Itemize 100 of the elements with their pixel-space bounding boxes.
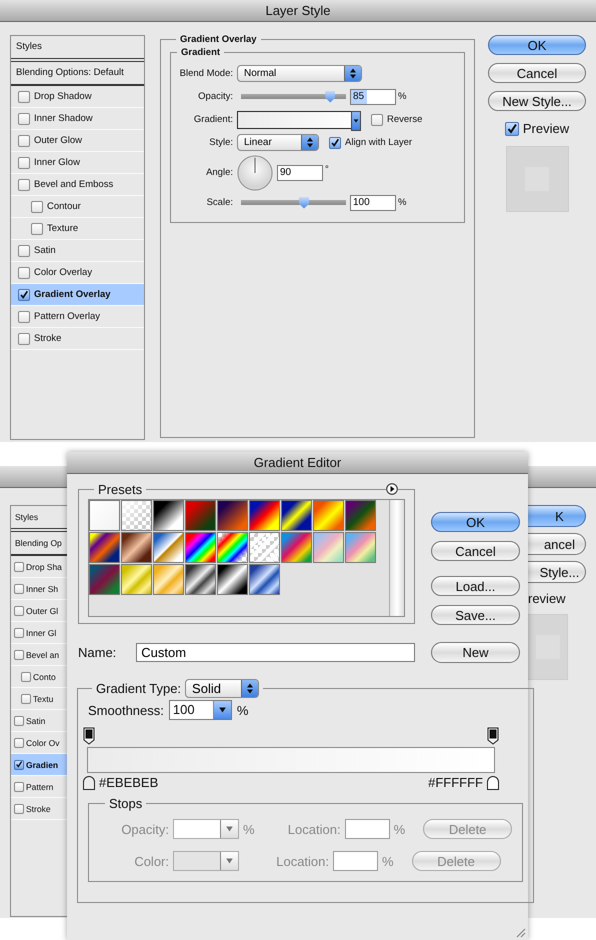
checkbox[interactable]	[14, 650, 24, 660]
checkbox[interactable]	[18, 266, 30, 278]
preset-swatch[interactable]	[217, 532, 248, 563]
angle-field[interactable]: 90	[277, 164, 323, 180]
list-item[interactable]: Blending Options: Default	[11, 62, 144, 86]
dialog-button[interactable]: Style...	[528, 561, 586, 583]
checkbox[interactable]	[14, 738, 24, 748]
dialog-button[interactable]: Cancel	[431, 541, 520, 561]
checkbox[interactable]	[14, 606, 24, 616]
list-item[interactable]: Texture	[11, 218, 144, 240]
preset-swatch[interactable]	[249, 532, 280, 563]
list-item[interactable]: Satin	[11, 240, 144, 262]
new-button[interactable]: New	[431, 642, 520, 663]
list-item[interactable]: Contour	[11, 196, 144, 218]
dialog-button[interactable]: New Style...	[488, 91, 586, 111]
checkbox[interactable]	[31, 222, 43, 234]
preset-swatch[interactable]	[313, 532, 344, 563]
color-stop-icon[interactable]	[487, 776, 499, 790]
list-item[interactable]: Inner Glow	[11, 152, 144, 174]
checkbox[interactable]	[18, 178, 30, 190]
checkbox[interactable]	[14, 716, 24, 726]
checkbox[interactable]	[14, 562, 24, 572]
item-label: Inner Sh	[26, 584, 58, 594]
checkbox[interactable]	[14, 782, 24, 792]
checkbox[interactable]	[31, 200, 43, 212]
preset-swatch[interactable]	[281, 532, 312, 563]
dialog-button[interactable]: Save...	[431, 605, 520, 625]
checkbox[interactable]	[14, 804, 24, 814]
scroll-bar[interactable]	[389, 500, 404, 616]
preset-swatch[interactable]	[121, 532, 152, 563]
dialog-button[interactable]: OK	[431, 512, 520, 532]
color-stop-icon[interactable]	[83, 776, 95, 790]
checkbox[interactable]	[14, 584, 24, 594]
preset-swatch[interactable]	[89, 564, 120, 595]
group-title: Gradient	[180, 47, 222, 58]
checkbox[interactable]	[18, 156, 30, 168]
dropdown-icon	[220, 852, 238, 870]
preset-swatch[interactable]	[217, 564, 248, 595]
unit-label: %	[398, 91, 406, 102]
name-field[interactable]: Custom	[136, 643, 415, 662]
preset-swatch[interactable]	[153, 500, 184, 531]
checkbox[interactable]	[21, 672, 31, 682]
resize-grip-icon[interactable]	[514, 926, 526, 938]
checkbox[interactable]	[18, 332, 30, 344]
gradient-picker[interactable]	[237, 110, 361, 128]
preset-swatch[interactable]	[185, 564, 216, 595]
style-select[interactable]: Linear	[237, 134, 319, 151]
dialog-button[interactable]: Cancel	[488, 63, 586, 83]
checkbox[interactable]	[329, 136, 341, 148]
preset-swatch[interactable]	[249, 500, 280, 531]
checkbox[interactable]	[18, 288, 30, 300]
preset-swatch[interactable]	[185, 532, 216, 563]
checkbox[interactable]	[18, 310, 30, 322]
list-item[interactable]: Pattern Overlay	[11, 306, 144, 328]
unit-label: %	[236, 702, 248, 718]
menu-icon[interactable]	[386, 483, 398, 495]
checkbox[interactable]	[18, 112, 30, 124]
preset-swatch[interactable]	[153, 564, 184, 595]
list-item[interactable]: Drop Shadow	[11, 86, 144, 108]
list-item[interactable]: Bevel and Emboss	[11, 174, 144, 196]
angle-dial[interactable]	[237, 154, 273, 190]
opacity-stop-icon[interactable]	[83, 727, 95, 745]
dialog-button[interactable]: K	[528, 505, 586, 527]
dialog-button[interactable]: OK	[488, 35, 586, 55]
field-label: Location:	[286, 822, 341, 836]
smoothness-field[interactable]: 100	[168, 700, 232, 720]
preset-swatch[interactable]	[121, 564, 152, 595]
list-item[interactable]: Outer Glow	[11, 130, 144, 152]
checkbox[interactable]	[18, 244, 30, 256]
preset-swatch[interactable]	[89, 500, 120, 531]
preset-swatch[interactable]	[345, 500, 376, 531]
preset-swatch[interactable]	[185, 500, 216, 531]
preset-swatch[interactable]	[313, 500, 344, 531]
dialog-button[interactable]: ancel	[528, 533, 586, 555]
checkbox[interactable]	[371, 114, 383, 126]
checkbox[interactable]	[14, 628, 24, 638]
checkbox[interactable]	[18, 90, 30, 102]
preset-swatch[interactable]	[217, 500, 248, 531]
dialog-button[interactable]: Load...	[431, 576, 520, 596]
slider-thumb[interactable]	[299, 196, 309, 208]
checkbox[interactable]	[21, 694, 31, 704]
preset-swatch[interactable]	[281, 500, 312, 531]
gradient-type-select[interactable]: Solid	[185, 679, 260, 698]
list-item[interactable]: Gradient Overlay	[11, 284, 144, 306]
opacity-stop-icon[interactable]	[487, 727, 499, 745]
list-item[interactable]: Gradien	[11, 754, 67, 776]
slider-thumb[interactable]	[325, 90, 336, 102]
scale-field[interactable]: 100	[350, 194, 396, 210]
checkbox[interactable]	[14, 760, 24, 770]
preset-swatch[interactable]	[153, 532, 184, 563]
preset-swatch[interactable]	[121, 500, 152, 531]
preset-swatch[interactable]	[249, 564, 280, 595]
preset-swatch[interactable]	[89, 532, 120, 563]
checkbox[interactable]	[504, 122, 519, 136]
list-item[interactable]: Stroke	[11, 328, 144, 350]
checkbox[interactable]	[18, 134, 30, 146]
blend-mode-select[interactable]: Normal	[237, 65, 362, 82]
opacity-field[interactable]: 85	[350, 88, 396, 104]
preset-swatch[interactable]	[345, 532, 376, 563]
list-item[interactable]: Inner Shadow	[11, 108, 144, 130]
